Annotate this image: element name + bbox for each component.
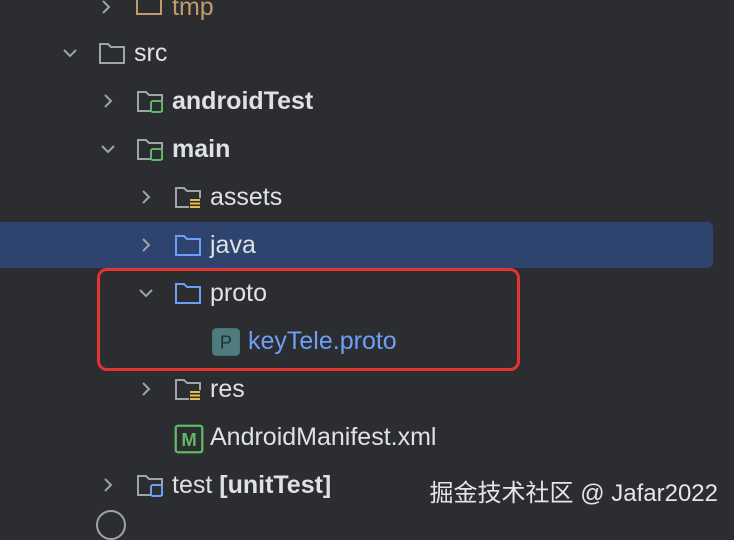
chevron-down-icon[interactable] [58,41,82,65]
tree-item-label: androidTest [172,87,314,115]
tree-row-assets[interactable]: assets [0,173,734,221]
tree-row-java[interactable]: java [0,221,734,269]
circle-icon [96,510,126,540]
tree-row-src[interactable]: src [0,29,734,77]
tree-row-tmp[interactable]: tmp [0,0,734,31]
watermark: 掘金技术社区 @ Jafar2022 [429,480,718,507]
folder-icon [97,38,127,68]
resource-folder-icon [173,182,203,212]
chevron-down-icon[interactable] [96,137,120,161]
tree-item-label: test [unitTest] [172,461,331,509]
tree-row-androidmanifest[interactable]: M AndroidManifest.xml [0,413,734,461]
chevron-right-icon[interactable] [134,233,158,257]
tree-row-res[interactable]: res [0,365,734,413]
tree-item-label: main [172,135,231,163]
folder-icon [134,0,164,19]
tree-row-androidtest[interactable]: androidTest [0,77,734,125]
tree-row-main[interactable]: main [0,125,734,173]
folder-icon [173,230,203,260]
chevron-right-icon[interactable] [96,473,120,497]
tree-item-label: tmp [172,0,214,21]
tree-item-label-tag: [unitTest] [219,471,332,499]
resource-folder-icon [173,374,203,404]
tree-item-label-text: test [unitTest] [172,471,332,499]
tree-item-label: assets [210,183,283,211]
tree-item-label: AndroidManifest.xml [210,423,437,451]
source-folder-icon [135,134,165,164]
tree-item-label: java [210,231,256,259]
chevron-right-icon[interactable] [96,89,120,113]
highlight-box [97,268,520,371]
tree-item-label: res [210,375,245,403]
test-source-folder-icon [135,470,165,500]
manifest-file-glyph: M [181,429,196,450]
manifest-file-icon: M [174,424,204,454]
test-source-folder-icon [135,86,165,116]
chevron-right-icon[interactable] [134,185,158,209]
chevron-right-icon[interactable] [94,0,118,19]
chevron-right-icon[interactable] [134,377,158,401]
tree-item-label: src [134,39,168,67]
